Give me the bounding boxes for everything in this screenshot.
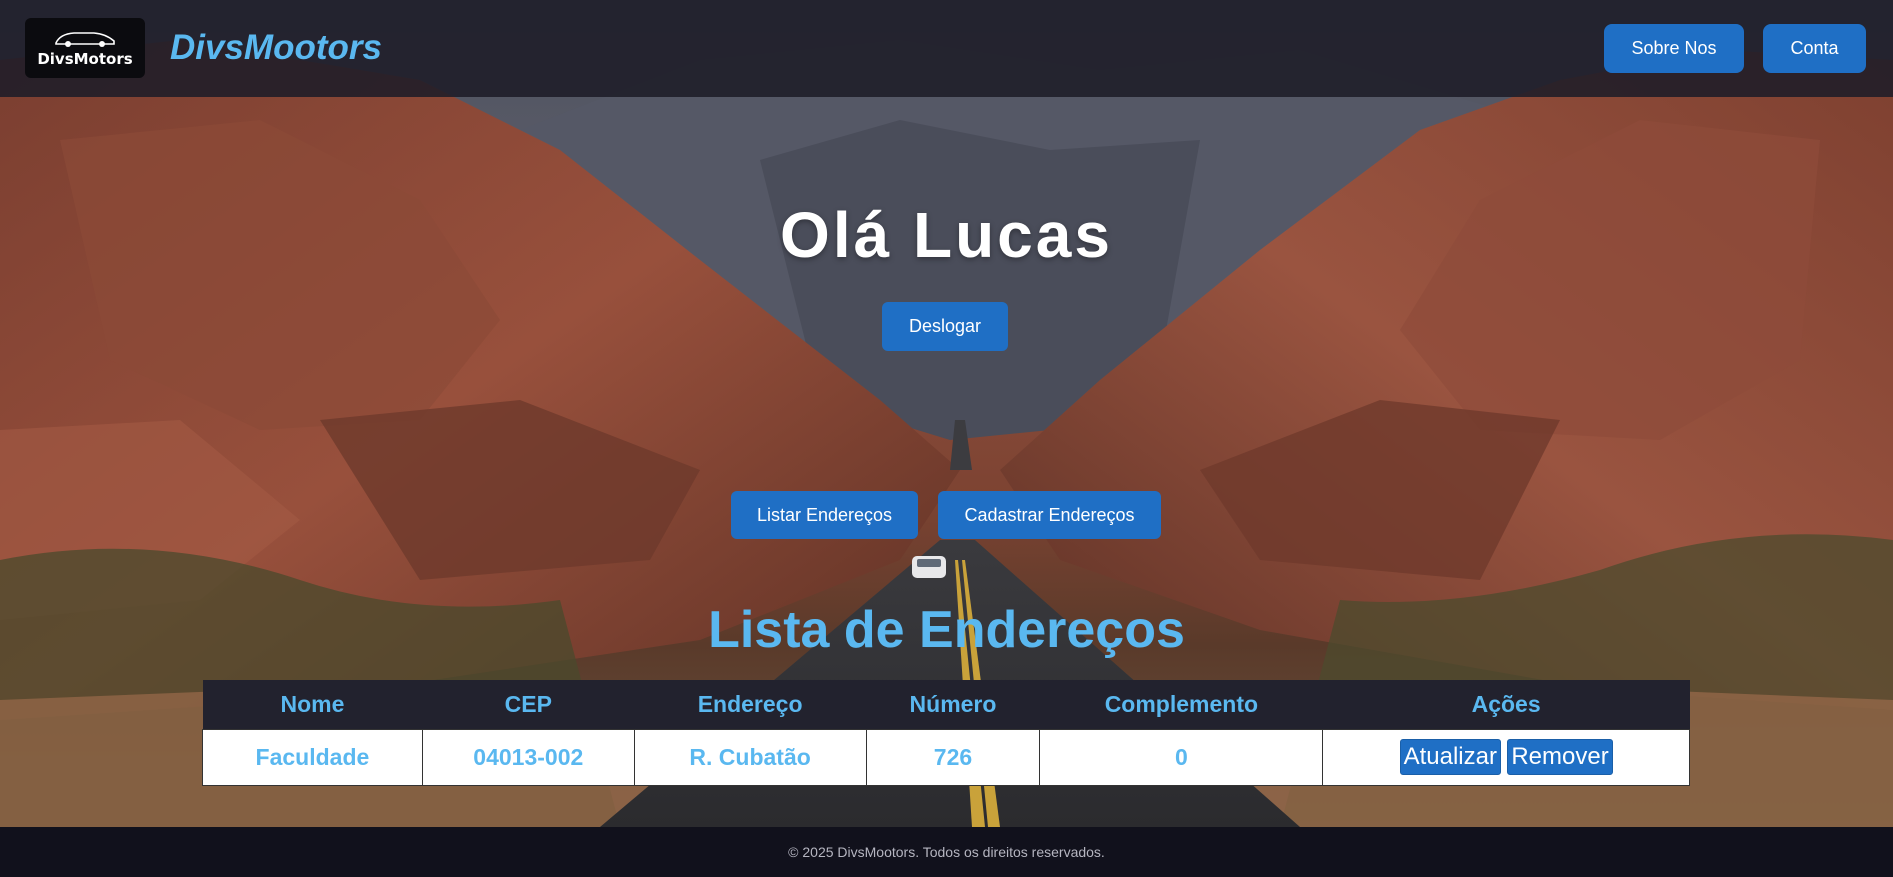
table-row: Faculdade 04013-002 R. Cubatão 726 0 Atu… [202,728,1690,786]
address-table: Nome CEP Endereço Número Complemento Açõ… [202,680,1690,786]
top-header: DivsMotors DivsMootors Sobre Nos Conta [0,0,1893,97]
greeting-title: Olá Lucas [780,199,1113,271]
cell-complemento: 0 [1039,728,1324,786]
column-header-endereco: Endereço [634,680,867,729]
column-header-complemento: Complemento [1039,680,1323,729]
footer-text: © 2025 DivsMootors. Todos os direitos re… [788,844,1105,860]
cell-endereco: R. Cubatão [633,728,867,786]
account-button[interactable]: Conta [1763,24,1866,73]
cell-numero: 726 [865,728,1041,786]
column-header-acoes: Ações [1322,680,1690,729]
column-header-cep: CEP [422,680,635,729]
column-header-nome: Nome [202,680,423,729]
cell-nome: Faculdade [202,728,423,786]
logout-button[interactable]: Deslogar [882,302,1008,351]
about-button[interactable]: Sobre Nos [1604,24,1744,73]
register-address-button[interactable]: Cadastrar Endereços [938,491,1161,539]
logo-text: DivsMotors [37,50,133,68]
list-addresses-button[interactable]: Listar Endereços [731,491,918,539]
footer: © 2025 DivsMootors. Todos os direitos re… [0,827,1893,877]
address-list-title: Lista de Endereços [708,601,1185,659]
car-logo-icon [55,32,115,47]
cell-cep: 04013-002 [421,728,635,786]
table-header-row: Nome CEP Endereço Número Complemento Açõ… [202,680,1690,729]
cell-acoes: Atualizar Remover [1322,728,1690,786]
brand-title[interactable]: DivsMootors [170,28,382,68]
logo[interactable]: DivsMotors [25,18,145,78]
column-header-numero: Número [866,680,1040,729]
update-button[interactable]: Atualizar [1399,739,1501,775]
remove-button[interactable]: Remover [1507,739,1613,775]
